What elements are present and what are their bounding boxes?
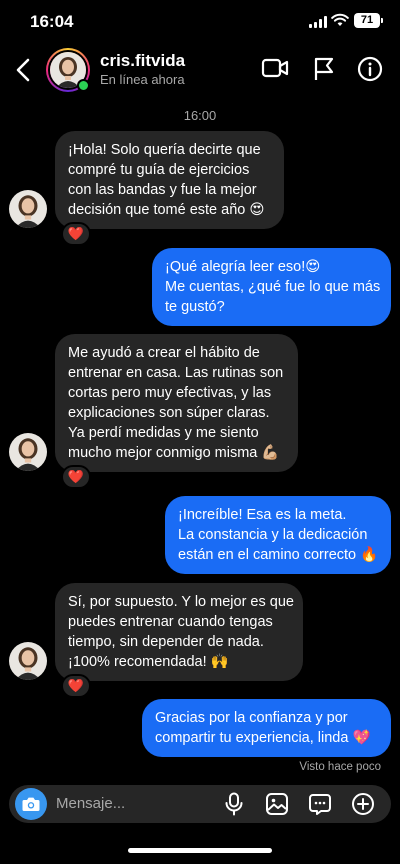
message-line: ¡Hola! Solo quería decirte que	[68, 142, 261, 158]
message-line: La constancia y la dedicación	[178, 527, 368, 543]
message-line: están en el camino correcto 🔥	[178, 547, 379, 563]
signal-icon	[309, 16, 327, 28]
gallery-icon[interactable]	[265, 792, 289, 816]
message-line: tiempo, sin depender de nada.	[68, 634, 264, 650]
message-line: ¡Increíble! Esa es la meta.	[178, 507, 347, 523]
sticker-icon[interactable]	[308, 792, 332, 816]
home-indicator	[128, 848, 272, 853]
message-line: entrenar en casa. Las rutinas son	[68, 365, 284, 381]
avatar-image	[9, 190, 47, 228]
heart-reaction[interactable]: ❤️	[61, 674, 91, 698]
sender-avatar[interactable]	[9, 642, 47, 680]
message-bubble-incoming[interactable]: Sí, por supuesto. Y lo mejor es que pued…	[55, 583, 303, 681]
message-bubble-outgoing[interactable]: Gracias por la confianza y por compartir…	[142, 699, 391, 757]
message-line: compartir tu experiencia, linda 💖	[155, 730, 371, 746]
message-line: Ya perdí medidas y me siento	[68, 425, 259, 441]
heart-reaction[interactable]: ❤️	[61, 222, 91, 246]
camera-button[interactable]	[15, 788, 47, 820]
battery-tip	[381, 18, 383, 23]
status-time: 16:04	[30, 12, 74, 31]
message-line: puedes entrenar cuando tengas	[68, 614, 273, 630]
message-line: ¡100% recomendada! 🙌	[68, 654, 229, 670]
contact-name[interactable]: cris.fitvida	[100, 51, 185, 71]
message-line: Sí, por supuesto. Y lo mejor es que	[68, 594, 294, 610]
message-input[interactable]: Mensaje...	[56, 795, 125, 812]
message-composer[interactable]: Mensaje...	[9, 785, 391, 823]
status-bar: 16:04 71	[0, 0, 400, 44]
message-line: ¡Qué alegría leer eso!😍	[165, 259, 321, 275]
video-call-icon[interactable]	[261, 56, 289, 80]
message-bubble-outgoing[interactable]: ¡Increíble! Esa es la meta. La constanci…	[165, 496, 391, 574]
heart-reaction[interactable]: ❤️	[61, 465, 91, 489]
back-icon[interactable]	[12, 56, 36, 84]
message-line: decisión que tomé este año 😍	[68, 202, 265, 218]
sender-avatar[interactable]	[9, 190, 47, 228]
message-bubble-incoming[interactable]: Me ayudó a crear el hábito de entrenar e…	[55, 334, 298, 472]
plus-icon[interactable]	[351, 792, 375, 816]
message-line: Gracias por la confianza y por	[155, 710, 348, 726]
message-line: te gustó?	[165, 299, 225, 315]
message-bubble-outgoing[interactable]: ¡Qué alegría leer eso!😍 Me cuentas, ¿qué…	[152, 248, 391, 326]
camera-icon	[22, 797, 40, 811]
avatar-image	[9, 433, 47, 471]
message-line: con las bandas y fue la mejor	[68, 182, 257, 198]
microphone-icon[interactable]	[224, 792, 244, 816]
wifi-icon	[331, 13, 349, 26]
avatar-image	[9, 642, 47, 680]
message-line: explicaciones son súper claras.	[68, 405, 270, 421]
online-status-dot	[77, 79, 90, 92]
flag-icon[interactable]	[312, 56, 336, 82]
sender-avatar[interactable]	[9, 433, 47, 471]
message-line: cortas pero muy efectivas, y las	[68, 385, 272, 401]
contact-status: En línea ahora	[100, 72, 185, 87]
battery-indicator: 71	[354, 13, 380, 28]
seen-status: Visto hace poco	[299, 761, 381, 773]
message-bubble-incoming[interactable]: ¡Hola! Solo quería decirte que compré tu…	[55, 131, 284, 229]
message-line: compré tu guía de ejercicios	[68, 162, 250, 178]
message-line: mucho mejor conmigo misma 💪🏼	[68, 445, 280, 461]
chat-timestamp: 16:00	[183, 108, 217, 123]
message-line: Me cuentas, ¿qué fue lo que más	[165, 279, 381, 295]
chat-header: cris.fitvida En línea ahora	[0, 44, 400, 96]
info-icon[interactable]	[357, 56, 383, 82]
message-line: Me ayudó a crear el hábito de	[68, 345, 260, 361]
